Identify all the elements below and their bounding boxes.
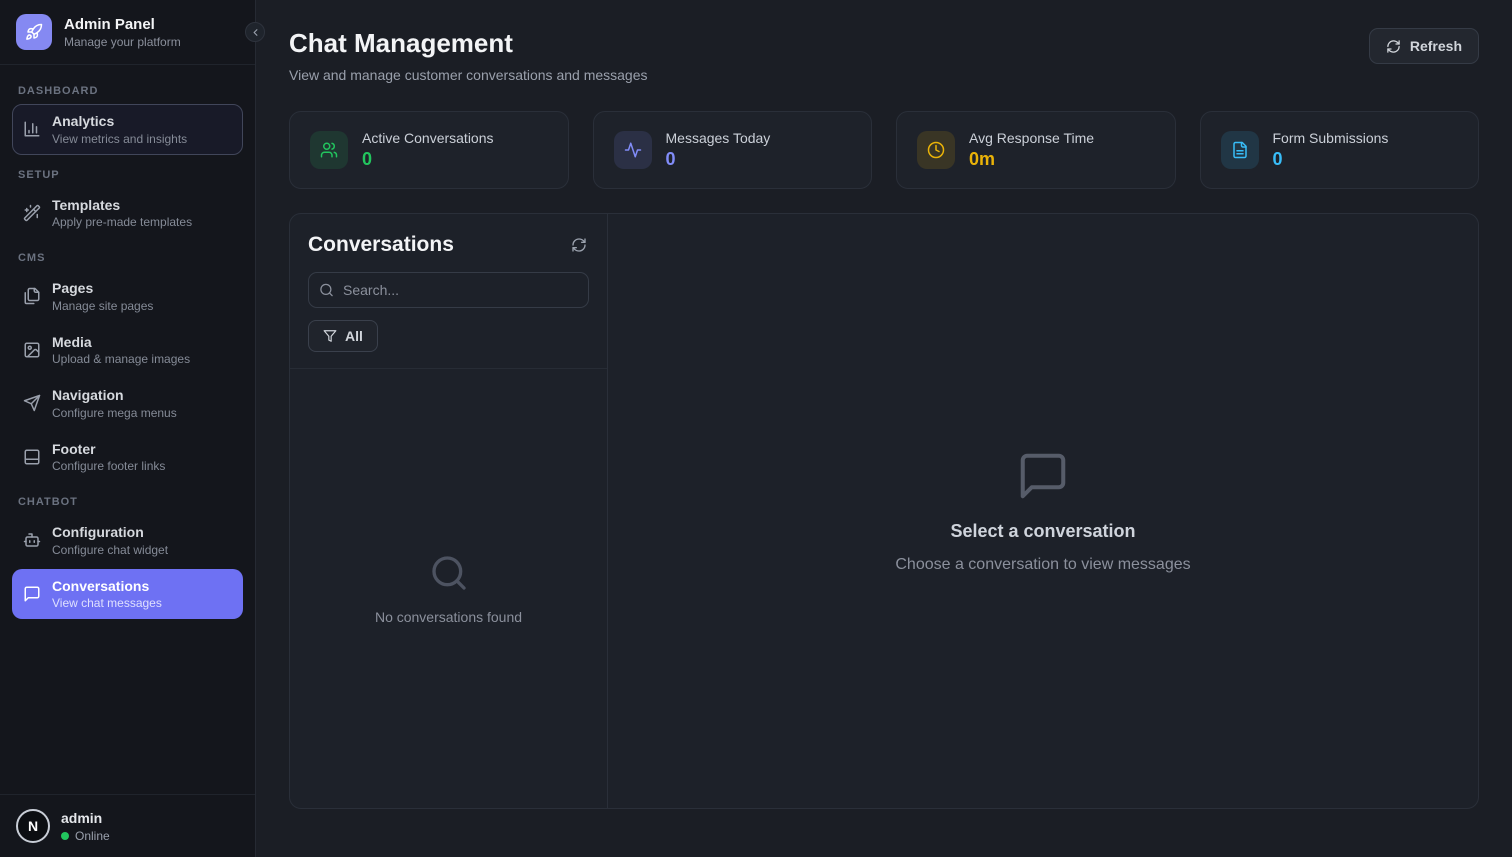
main-content: Chat Management View and manage customer…: [256, 0, 1512, 857]
user-name: admin: [61, 809, 103, 826]
section-label-setup: SETUP: [18, 168, 60, 181]
wand-icon: [23, 204, 41, 222]
page-header: Chat Management View and manage customer…: [289, 28, 1479, 83]
stats-row: Active Conversations 0 Messages Today 0 …: [289, 111, 1479, 189]
brand-subtitle: Manage your platform: [64, 34, 181, 49]
sidebar-item-media[interactable]: Media Upload & manage images: [12, 325, 243, 376]
bot-icon: [23, 531, 41, 549]
stat-value: 0m: [969, 149, 996, 169]
activity-icon: [613, 131, 652, 169]
avatar: N: [16, 809, 50, 843]
bar-chart-icon: [23, 120, 41, 138]
conversations-empty-text: No conversations found: [374, 608, 523, 625]
page-title: Chat Management: [289, 28, 513, 58]
filter-all-button[interactable]: All: [308, 320, 378, 352]
message-detail-column: Select a conversation Choose a conversat…: [608, 214, 1478, 808]
detail-empty-subtitle: Choose a conversation to view messages: [895, 555, 1191, 573]
sidebar-item-configuration[interactable]: Configuration Configure chat widget: [12, 515, 243, 566]
message-square-icon: [23, 585, 41, 603]
image-icon: [23, 341, 41, 359]
stat-card-avg-response-time: Avg Response Time 0m: [896, 111, 1176, 189]
stat-card-active-conversations: Active Conversations 0: [289, 111, 569, 189]
sidebar-item-conversations[interactable]: Conversations View chat messages: [12, 568, 243, 619]
sidebar-collapse-button[interactable]: [245, 22, 265, 42]
stat-card-form-submissions: Form Submissions 0: [1199, 111, 1479, 189]
stat-label: Messages Today: [665, 130, 771, 146]
sidebar: Admin Panel Manage your platform DASHBOA…: [0, 0, 265, 857]
brand: Admin Panel Manage your platform: [0, 0, 255, 65]
sidebar-item-analytics[interactable]: Analytics View metrics and insights: [12, 104, 243, 155]
sidebar-item-title: Conversations: [52, 577, 150, 594]
conversations-title: Conversations: [308, 233, 454, 256]
conversations-refresh-button[interactable]: [569, 235, 589, 255]
stat-label: Active Conversations: [362, 130, 494, 146]
panel-bottom-icon: [23, 448, 41, 466]
sidebar-item-subtitle: Manage site pages: [52, 298, 154, 313]
sidebar-item-footer[interactable]: Footer Configure footer links: [12, 432, 243, 483]
clock-icon: [917, 131, 955, 169]
filter-all-label: All: [345, 328, 363, 344]
sidebar-item-subtitle: View metrics and insights: [52, 131, 188, 146]
rocket-logo-icon: [16, 14, 52, 50]
sidebar-item-templates[interactable]: Templates Apply pre-made templates: [12, 188, 243, 239]
sidebar-item-subtitle: Upload & manage images: [52, 352, 191, 366]
search-icon: [429, 553, 469, 593]
conversations-panel: Conversations All: [289, 213, 1479, 809]
section-label-cms: CMS: [18, 252, 46, 264]
sidebar-item-subtitle: Apply pre-made templates: [52, 215, 193, 229]
send-icon: [23, 394, 41, 412]
conversation-list-column: Conversations All: [290, 214, 608, 808]
file-text-icon: [1220, 131, 1259, 169]
sidebar-item-subtitle: Configure footer links: [52, 459, 166, 473]
pages-icon: [23, 287, 41, 305]
section-label-dashboard: DASHBOARD: [18, 85, 99, 97]
chevron-left-icon: [250, 27, 261, 38]
online-status-dot: [61, 831, 69, 840]
detail-empty-title: Select a conversation: [950, 520, 1136, 541]
refresh-icon: [571, 237, 587, 253]
sidebar-item-subtitle: Configure chat widget: [52, 542, 169, 557]
sidebar-item-title: Footer: [52, 440, 96, 457]
stat-value: 0: [1272, 149, 1283, 169]
filter-icon: [323, 329, 337, 343]
refresh-button-label: Refresh: [1409, 38, 1462, 54]
search-input[interactable]: [308, 272, 589, 308]
refresh-icon: [1386, 39, 1401, 54]
sidebar-item-title: Analytics: [52, 113, 115, 129]
conversations-empty-state: No conversations found: [290, 368, 607, 808]
sidebar-item-title: Navigation: [52, 387, 124, 403]
page-subtitle: View and manage customer conversations a…: [289, 67, 648, 83]
stat-label: Avg Response Time: [969, 130, 1095, 146]
brand-title: Admin Panel: [64, 15, 155, 33]
sidebar-item-title: Pages: [52, 280, 94, 296]
message-square-icon: [1016, 449, 1070, 503]
sidebar-item-navigation[interactable]: Navigation Configure mega menus: [12, 378, 243, 429]
sidebar-item-subtitle: View chat messages: [52, 596, 162, 610]
stat-label: Form Submissions: [1272, 130, 1389, 146]
user-box[interactable]: N admin Online: [0, 794, 255, 857]
stat-value: 0: [362, 149, 373, 169]
stat-value: 0: [665, 149, 676, 169]
refresh-button[interactable]: Refresh: [1368, 28, 1479, 64]
stat-card-messages-today: Messages Today 0: [592, 111, 872, 189]
user-status-text: Online: [75, 828, 110, 843]
sidebar-item-title: Media: [52, 333, 92, 350]
users-icon: [310, 131, 348, 169]
sidebar-item-title: Configuration: [52, 524, 144, 540]
sidebar-item-pages[interactable]: Pages Manage site pages: [12, 271, 243, 322]
sidebar-nav: DASHBOARD Analytics View metrics and ins…: [0, 65, 255, 794]
search-icon: [319, 283, 334, 298]
section-label-chatbot: CHATBOT: [18, 496, 78, 508]
sidebar-item-title: Templates: [52, 196, 121, 213]
sidebar-item-subtitle: Configure mega menus: [52, 405, 177, 420]
